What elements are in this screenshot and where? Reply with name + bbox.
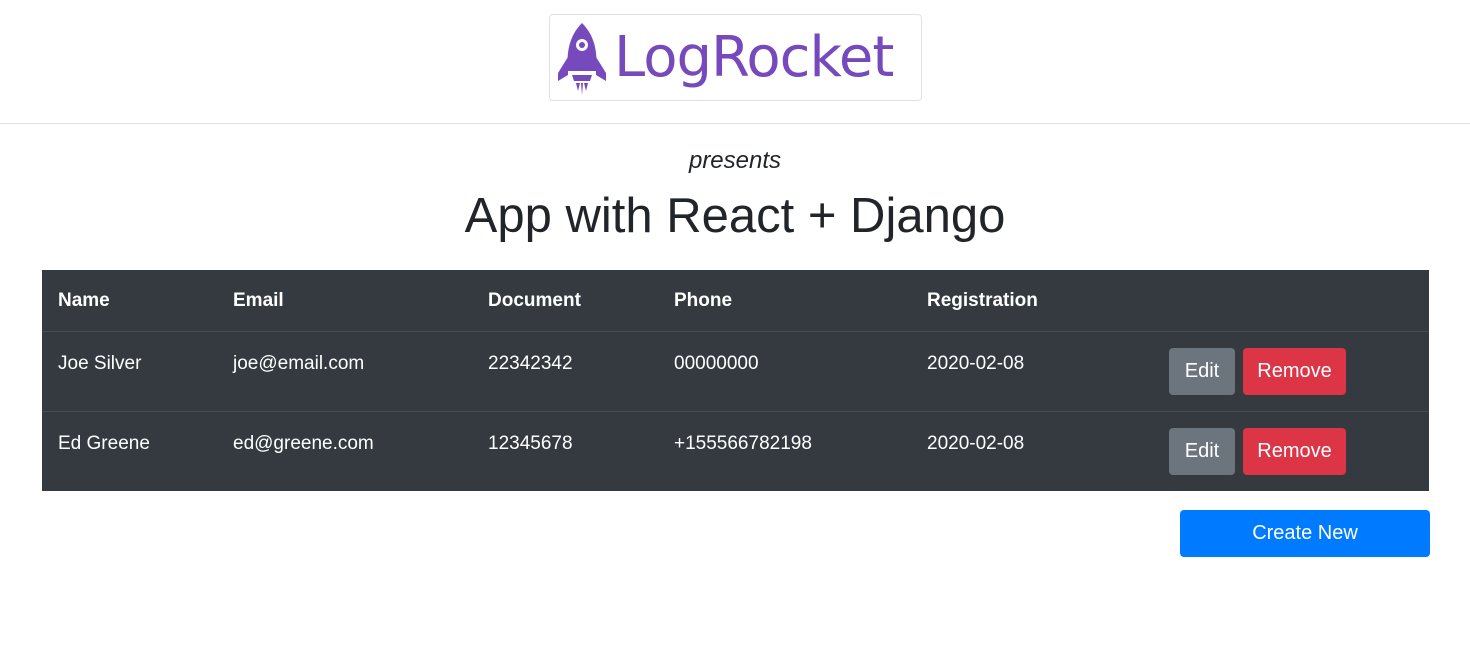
cell-email: joe@email.com — [217, 331, 472, 412]
rocket-icon — [558, 23, 606, 95]
cell-registration-text: 2020-02-08 — [927, 352, 1025, 374]
row-actions: Edit Remove — [1169, 348, 1346, 395]
remove-button[interactable]: Remove — [1243, 348, 1346, 395]
users-table: Name Email Document Phone Registration J… — [42, 270, 1429, 491]
create-new-button[interactable]: Create New — [1180, 510, 1430, 557]
cell-registration: 2020-02-08 — [911, 412, 1169, 492]
column-header-phone: Phone — [658, 270, 911, 332]
cell-phone: 00000000 — [658, 331, 911, 412]
cell-document-text: 12345678 — [488, 432, 573, 454]
cell-registration: 2020-02-08 — [911, 331, 1169, 412]
cell-document-text: 22342342 — [488, 352, 573, 374]
cell-email: ed@greene.com — [217, 412, 472, 492]
cell-name: Ed Greene — [42, 412, 217, 492]
logo: LogRocket — [549, 14, 922, 101]
cell-actions: Edit Remove — [1169, 331, 1429, 412]
remove-button[interactable]: Remove — [1243, 428, 1346, 475]
column-header-registration: Registration — [911, 270, 1169, 332]
row-actions: Edit Remove — [1169, 428, 1346, 475]
edit-button[interactable]: Edit — [1169, 348, 1235, 395]
column-header-actions — [1169, 270, 1429, 332]
edit-button[interactable]: Edit — [1169, 428, 1235, 475]
cell-phone: +155566782198 — [658, 412, 911, 492]
cell-document: 12345678 — [472, 412, 658, 492]
cell-actions: Edit Remove — [1169, 412, 1429, 492]
presents-text: presents — [688, 147, 782, 174]
column-header-document: Document — [472, 270, 658, 332]
table-row: Ed Greene ed@greene.com 12345678 +155566… — [42, 412, 1429, 492]
cell-name-text: Ed Greene — [58, 432, 150, 454]
column-header-email: Email — [217, 270, 472, 332]
logo-text: LogRocket — [614, 25, 894, 90]
table-row: Joe Silver joe@email.com 22342342 000000… — [42, 331, 1429, 412]
cell-phone-text: 00000000 — [674, 352, 759, 374]
table-header-row: Name Email Document Phone Registration — [42, 270, 1429, 332]
header: LogRocket — [0, 0, 1470, 124]
cell-registration-text: 2020-02-08 — [927, 432, 1025, 454]
cell-phone-text: +155566782198 — [674, 432, 812, 454]
cell-name: Joe Silver — [42, 331, 217, 412]
cell-name-text: Joe Silver — [58, 352, 142, 374]
cell-email-text: joe@email.com — [233, 352, 365, 374]
column-header-name: Name — [42, 270, 217, 332]
cell-document: 22342342 — [472, 331, 658, 412]
page-title: App with React + Django — [464, 189, 1006, 243]
cell-email-text: ed@greene.com — [233, 432, 374, 454]
